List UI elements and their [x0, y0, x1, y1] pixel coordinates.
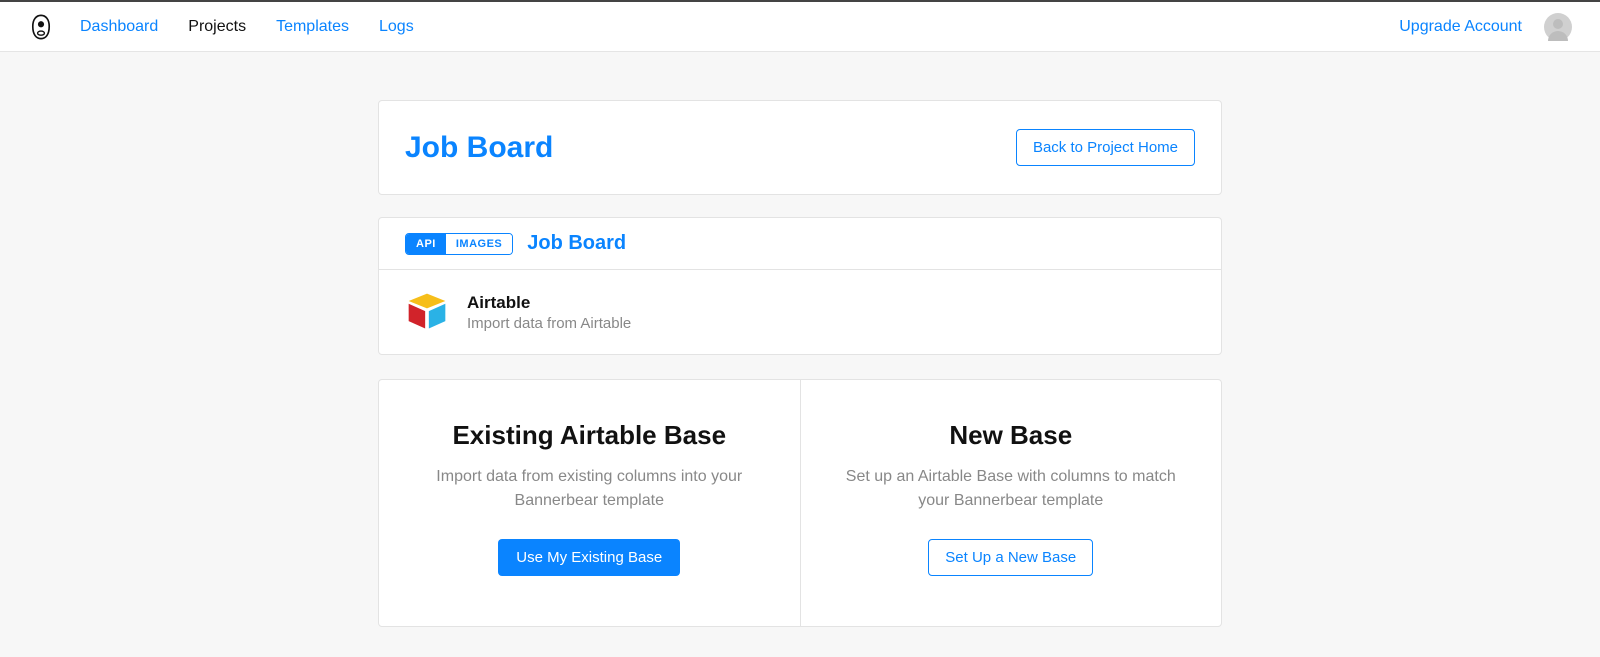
main-container: Job Board Back to Project Home API IMAGE…: [378, 100, 1222, 627]
options-card: Existing Airtable Base Import data from …: [378, 379, 1222, 627]
nav-projects[interactable]: Projects: [188, 18, 246, 36]
top-bar: Dashboard Projects Templates Logs Upgrad…: [0, 0, 1600, 52]
new-base-title: New Base: [841, 420, 1182, 451]
airtable-icon: [405, 290, 449, 334]
segment-images[interactable]: IMAGES: [446, 234, 512, 254]
page-title: Job Board: [405, 131, 553, 165]
existing-base-title: Existing Airtable Base: [419, 420, 760, 451]
existing-base-description: Import data from existing columns into y…: [419, 465, 759, 513]
project-header-card: Job Board Back to Project Home: [378, 100, 1222, 195]
back-to-project-button[interactable]: Back to Project Home: [1016, 129, 1195, 166]
nav-templates[interactable]: Templates: [276, 18, 349, 36]
avatar[interactable]: [1544, 13, 1572, 41]
new-base-option: New Base Set up an Airtable Base with co…: [801, 380, 1222, 626]
logo[interactable]: [28, 14, 54, 40]
segment-api[interactable]: API: [406, 234, 446, 254]
upgrade-account-link[interactable]: Upgrade Account: [1399, 18, 1522, 36]
new-base-description: Set up an Airtable Base with columns to …: [841, 465, 1181, 513]
topbar-right: Upgrade Account: [1399, 13, 1572, 41]
integration-row: Airtable Import data from Airtable: [379, 270, 1221, 354]
use-existing-base-button[interactable]: Use My Existing Base: [498, 539, 680, 576]
breadcrumb-title[interactable]: Job Board: [527, 232, 626, 255]
breadcrumb-row: API IMAGES Job Board: [379, 218, 1221, 270]
integration-description: Import data from Airtable: [467, 315, 631, 332]
set-up-new-base-button[interactable]: Set Up a New Base: [928, 539, 1093, 576]
existing-base-option: Existing Airtable Base Import data from …: [379, 380, 801, 626]
nav-dashboard[interactable]: Dashboard: [80, 18, 158, 36]
integration-name: Airtable: [467, 293, 631, 313]
integration-text: Airtable Import data from Airtable: [467, 293, 631, 332]
nav-logs[interactable]: Logs: [379, 18, 414, 36]
api-images-toggle[interactable]: API IMAGES: [405, 233, 513, 255]
main-nav: Dashboard Projects Templates Logs: [80, 18, 1399, 36]
integration-card: API IMAGES Job Board Airtable Import dat…: [378, 217, 1222, 355]
